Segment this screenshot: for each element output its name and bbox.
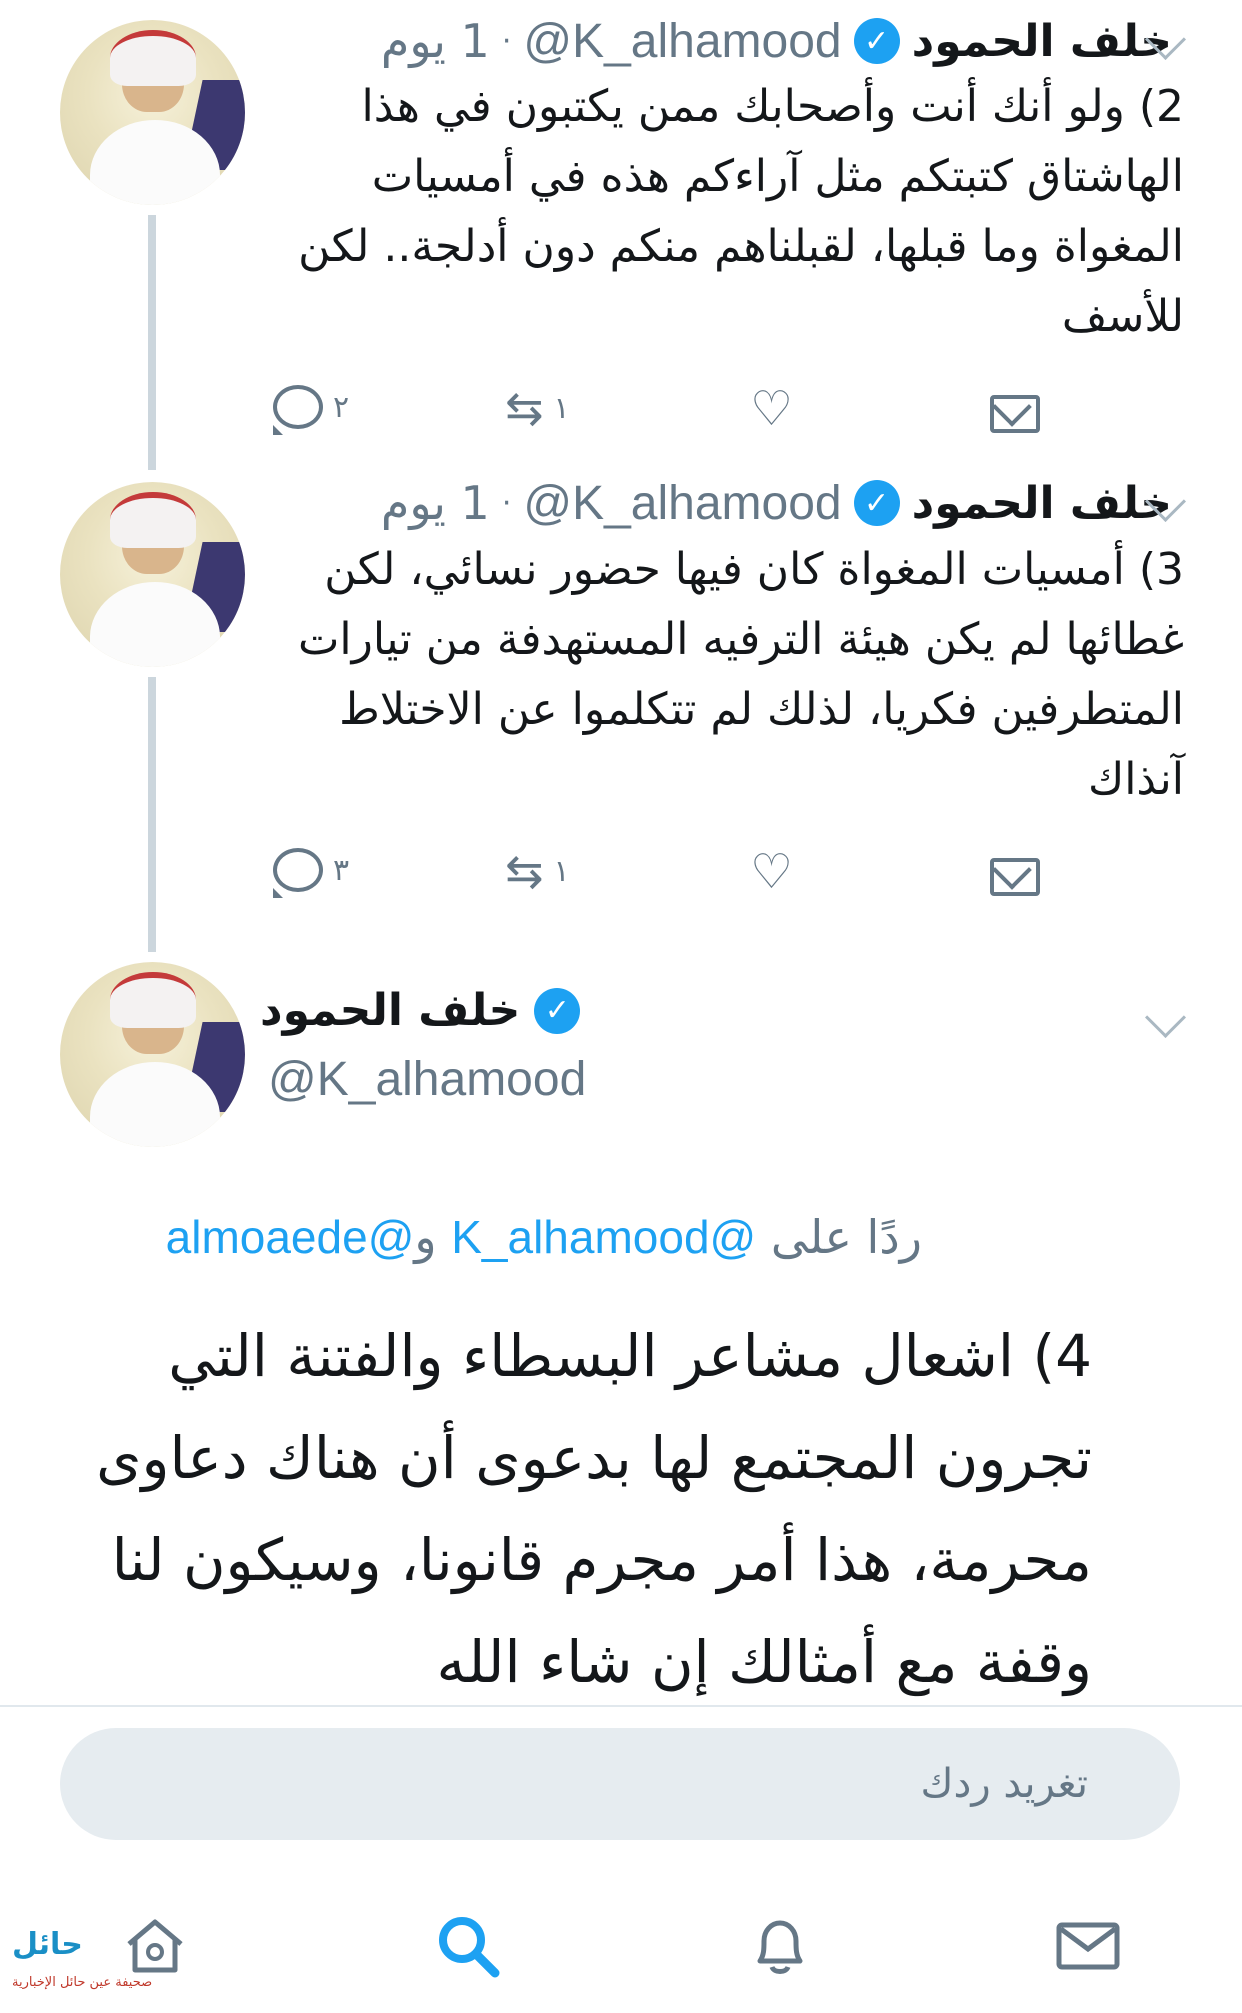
reply-button[interactable]: ٣ [273, 848, 350, 898]
author-name[interactable]: خلف الحمود [912, 16, 1172, 67]
reply-input[interactable]: تغريد ردك [60, 1728, 1180, 1840]
reply-icon [273, 848, 323, 898]
thread-line [148, 215, 156, 470]
reply-count: ٣ [333, 852, 350, 888]
like-button[interactable]: ♡ [750, 385, 793, 433]
like-button[interactable]: ♡ [750, 848, 793, 896]
watermark-subtitle: صحيفة عين حائل الإخبارية [12, 1975, 153, 1990]
avatar[interactable] [60, 482, 245, 667]
tweet-header: خلف الحمود ✓ @K_alhamood · 1 يوم [260, 6, 1172, 76]
mail-icon [1056, 1922, 1120, 1970]
share-dm-button[interactable] [990, 858, 1040, 896]
reply-placeholder: تغريد ردك [920, 1761, 1088, 1807]
verified-badge-icon: ✓ [534, 987, 581, 1034]
bell-icon [757, 1920, 803, 1974]
tweet-text: 2) ولو أنك أنت وأصحابك ممن يكتبون في هذا… [298, 81, 1184, 342]
verified-badge-icon: ✓ [853, 480, 900, 526]
author-name[interactable]: خلف الحمود [912, 478, 1172, 529]
replying-to: ردًا على @K_alhamood و@almoaede [62, 1210, 922, 1264]
retweet-button[interactable]: ⇆ ١ [505, 848, 570, 894]
mail-icon [990, 395, 1040, 433]
divider [0, 1705, 1242, 1707]
retweet-count: ١ [553, 390, 570, 426]
retweet-icon: ⇆ [505, 844, 544, 898]
mention-connector: و [414, 1210, 437, 1264]
share-dm-button[interactable] [990, 395, 1040, 433]
tweet-time[interactable]: 1 يوم [381, 476, 490, 530]
main-tweet-text: 4) اشعال مشاعر البسطاء والفتنة التي تجرو… [96, 1322, 1092, 1696]
tweet-header: خلف الحمود ✓ @K_alhamood · 1 يوم [260, 468, 1172, 538]
avatar[interactable] [60, 962, 245, 1147]
thread-line [148, 677, 156, 952]
tab-notifications[interactable] [740, 1906, 820, 1986]
mail-icon [990, 858, 1040, 896]
reply-count: ٢ [333, 389, 350, 425]
heart-icon: ♡ [750, 381, 794, 437]
mention-link[interactable]: @K_alhamood [451, 1211, 756, 1263]
author-handle[interactable]: @K_alhamood [523, 14, 841, 69]
chevron-down-icon[interactable] [1144, 996, 1187, 1039]
watermark-title: حائل [12, 1927, 83, 1962]
tweet-time[interactable]: 1 يوم [381, 14, 490, 68]
tab-search[interactable] [428, 1906, 508, 1986]
replying-prefix: ردًا على [770, 1210, 922, 1264]
author-name[interactable]: خلف الحمود [260, 985, 520, 1036]
retweet-icon: ⇆ [505, 381, 544, 435]
tab-messages[interactable] [1048, 1906, 1128, 1986]
author-handle[interactable]: @K_alhamood [523, 476, 841, 531]
retweet-button[interactable]: ⇆ ١ [505, 385, 570, 431]
heart-icon: ♡ [750, 844, 794, 900]
separator-dot: · [501, 23, 512, 59]
search-icon [439, 1917, 500, 1978]
avatar[interactable] [60, 20, 245, 205]
tweet-text: 3) أمسيات المغواة كان فيها حضور نسائي، ل… [298, 544, 1184, 805]
bottom-tab-bar [0, 1880, 1242, 2013]
separator-dot: · [501, 485, 512, 521]
verified-badge-icon: ✓ [853, 18, 900, 64]
author-handle[interactable]: @K_alhamood [268, 1052, 586, 1107]
tweet-actions: ٢ ⇆ ١ ♡ [265, 385, 1045, 445]
reply-icon [273, 385, 323, 435]
main-author-row: خلف الحمود ✓ [260, 985, 581, 1036]
watermark-logo: حائل صحيفة عين حائل الإخبارية [12, 1905, 162, 2005]
retweet-count: ١ [553, 853, 570, 889]
mention-link[interactable]: @almoaede [166, 1211, 415, 1263]
reply-button[interactable]: ٢ [273, 385, 350, 435]
tweet-actions: ٣ ⇆ ١ ♡ [265, 848, 1045, 908]
